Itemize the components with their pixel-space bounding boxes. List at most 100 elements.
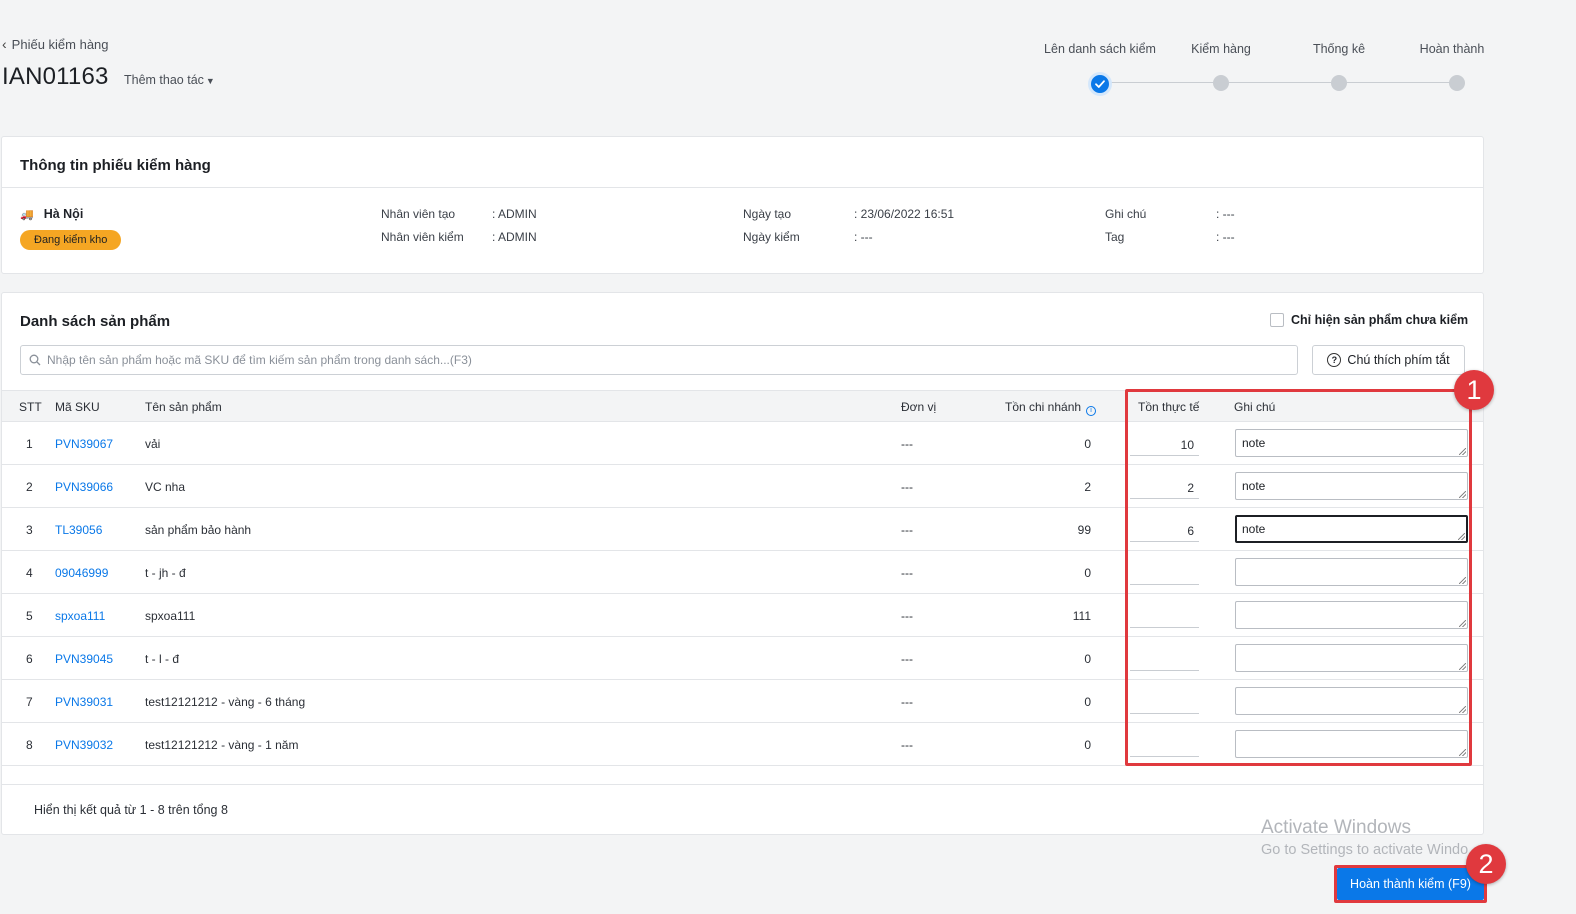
step-label-3: Thống kê: [1312, 42, 1366, 56]
only-unchecked-filter[interactable]: Chỉ hiện sản phẩm chưa kiểm: [1270, 313, 1468, 327]
back-label: Phiếu kiểm hàng: [11, 36, 109, 52]
check-date-label: Ngày kiểm: [743, 230, 800, 244]
watermark-title: Activate Windows: [1261, 817, 1411, 838]
row-sku-link[interactable]: TL39056: [55, 523, 102, 537]
note-value: : ---: [1216, 207, 1235, 221]
branch-name: Hà Nội: [43, 207, 84, 221]
row-unit: ---: [901, 480, 913, 494]
callout-badge-1: 1: [1454, 370, 1494, 410]
check-date-value: : ---: [854, 230, 873, 244]
row-unit: ---: [901, 523, 913, 537]
step-dot-4: [1449, 75, 1465, 91]
row-sku-link[interactable]: PVN39067: [55, 437, 113, 451]
row-branch-stock: 2: [1084, 480, 1091, 494]
note-label: Ghi chú: [1105, 207, 1147, 221]
row-sku-link[interactable]: PVN39031: [55, 695, 113, 709]
created-date-value: : 23/06/2022 16:51: [854, 207, 955, 221]
annotation-box-1: [1125, 389, 1472, 766]
row-stt: 1: [26, 437, 33, 451]
row-branch-stock: 0: [1084, 566, 1091, 580]
col-sku: Mã SKU: [55, 400, 100, 414]
divider: [2, 784, 1483, 785]
only-unchecked-label: Chỉ hiện sản phẩm chưa kiểm: [1291, 313, 1469, 327]
more-actions-label: Thêm thao tác: [124, 73, 204, 87]
row-product-name: sản phẩm bảo hành: [145, 523, 252, 537]
row-stt: 3: [26, 523, 33, 537]
row-branch-stock: 0: [1084, 738, 1091, 752]
hotkey-help-label: Chú thích phím tắt: [1347, 353, 1450, 367]
question-icon: ?: [1327, 353, 1342, 367]
divider: [2, 187, 1483, 188]
step-label-4: Hoàn thành: [1419, 42, 1485, 56]
more-actions-dropdown[interactable]: Thêm thao tác ▼: [124, 73, 215, 87]
annotation-box-2: [1334, 865, 1487, 903]
step-done-check-icon: [1088, 72, 1112, 96]
tag-label: Tag: [1105, 230, 1125, 244]
checked-by-value: : ADMIN: [492, 230, 537, 244]
row-product-name: test12121212 - vàng - 6 tháng: [145, 695, 306, 709]
row-product-name: spxoa111: [145, 609, 196, 623]
checked-by-label: Nhân viên kiểm: [381, 230, 464, 244]
back-link[interactable]: ‹ Phiếu kiểm hàng: [2, 36, 109, 52]
step-label-1: Lên danh sách kiểm: [1044, 42, 1156, 56]
created-by-value: : ADMIN: [492, 207, 537, 221]
row-sku-link[interactable]: 09046999: [55, 566, 108, 580]
progress-stepper: Lên danh sách kiểm Kiểm hàng Thống kê Ho…: [1020, 38, 1500, 98]
tag-value: : ---: [1216, 230, 1235, 244]
status-badge: Đang kiểm kho: [20, 230, 122, 250]
row-stt: 7: [26, 695, 33, 709]
step-dot-3: [1331, 75, 1347, 91]
search-input[interactable]: Nhập tên sản phẩm hoặc mã SKU để tìm kiế…: [20, 345, 1298, 375]
branch: 🚚 Hà Nội: [20, 207, 83, 221]
row-branch-stock: 99: [1077, 523, 1091, 537]
caret-down-icon: ▼: [205, 76, 215, 86]
row-sku-link[interactable]: spxoa111: [55, 609, 105, 623]
row-unit: ---: [901, 652, 913, 666]
watermark-subtitle: Go to Settings to activate Windo: [1261, 842, 1469, 858]
callout-badge-2: 2: [1466, 844, 1506, 884]
info-card: Thông tin phiếu kiểm hàng 🚚 Hà Nội Đang …: [1, 136, 1484, 274]
row-sku-link[interactable]: PVN39066: [55, 480, 113, 494]
created-date-label: Ngày tạo: [743, 207, 792, 221]
step-label-2: Kiểm hàng: [1191, 42, 1251, 56]
row-branch-stock: 111: [1072, 609, 1091, 623]
row-sku-link[interactable]: PVN39045: [55, 652, 113, 666]
row-unit: ---: [901, 738, 913, 752]
col-stt: STT: [19, 400, 42, 414]
row-product-name: VC nha: [145, 480, 186, 494]
stepper-line: [1100, 82, 1457, 83]
row-product-name: vải: [145, 437, 161, 451]
row-branch-stock: 0: [1084, 652, 1091, 666]
hotkey-help-button[interactable]: ? Chú thích phím tắt: [1312, 345, 1465, 375]
row-unit: ---: [901, 437, 913, 451]
row-product-name: t - l - đ: [145, 652, 180, 666]
row-branch-stock: 0: [1084, 437, 1091, 451]
pagination-summary: Hiển thị kết quả từ 1 - 8 trên tổng 8: [34, 803, 228, 817]
col-name: Tên sản phẩm: [145, 400, 222, 414]
info-card-title: Thông tin phiếu kiểm hàng: [20, 157, 211, 174]
row-sku-link[interactable]: PVN39032: [55, 738, 113, 752]
step-dot-2: [1213, 75, 1229, 91]
row-stt: 2: [26, 480, 33, 494]
row-unit: ---: [901, 566, 913, 580]
row-product-name: t - jh - đ: [145, 566, 186, 580]
search-icon: [29, 354, 41, 366]
row-stt: 4: [26, 566, 33, 580]
col-unit: Đơn vị: [901, 400, 937, 414]
page-title: IAN01163: [2, 63, 109, 90]
created-by-label: Nhân viên tạo: [381, 207, 456, 221]
truck-icon: 🚚: [20, 208, 34, 221]
row-product-name: test12121212 - vàng - 1 năm: [145, 738, 299, 752]
col-branch-stock: Tồn chi nhánh i: [1005, 400, 1097, 416]
row-unit: ---: [901, 609, 913, 623]
info-icon[interactable]: i: [1086, 406, 1097, 416]
col-branch-stock-label: Tồn chi nhánh: [1005, 400, 1082, 414]
row-stt: 5: [26, 609, 33, 623]
row-stt: 8: [26, 738, 33, 752]
chevron-left-icon: ‹: [2, 36, 7, 52]
row-branch-stock: 0: [1084, 695, 1091, 709]
only-unchecked-checkbox[interactable]: [1270, 313, 1284, 327]
product-list-title: Danh sách sản phẩm: [20, 313, 171, 330]
row-unit: ---: [901, 695, 913, 709]
row-stt: 6: [26, 652, 33, 666]
